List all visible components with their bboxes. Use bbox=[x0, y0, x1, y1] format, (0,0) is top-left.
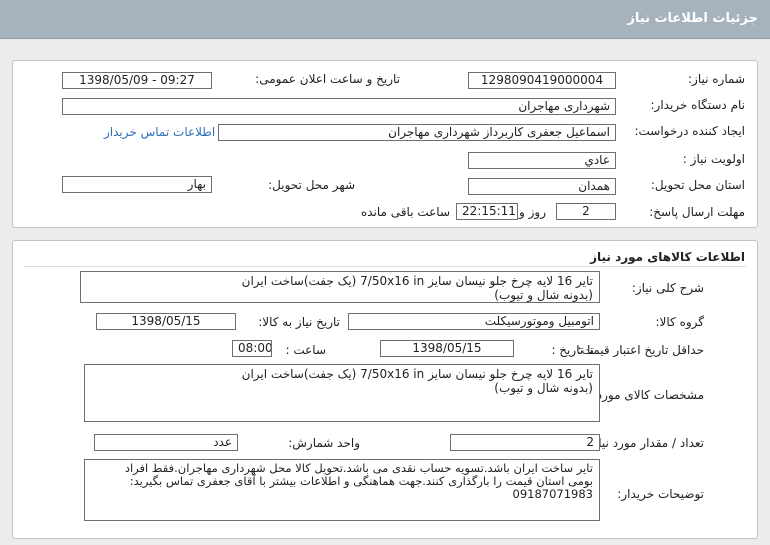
unit-label: واحد شمارش: bbox=[288, 436, 360, 450]
buyer-label: نام دستگاه خریدار: bbox=[650, 98, 746, 112]
remaining-word: ساعت باقی مانده bbox=[360, 205, 450, 219]
need-date-field: 1398/05/15 bbox=[96, 313, 236, 330]
province-field: همدان bbox=[468, 178, 616, 195]
page-header: جزئیات اطلاعات نیاز bbox=[0, 0, 770, 39]
group-field: اتومبیل وموتورسیکلت bbox=[348, 313, 600, 330]
buyer-notes-label: توضیحات خریدار: bbox=[617, 487, 704, 501]
min-valid-label: حداقل تاریخ اعتبار قیمت: bbox=[577, 343, 704, 357]
notes-line-3: 09187071983 bbox=[512, 487, 593, 501]
need-number-field: 1298090419000004 bbox=[468, 72, 616, 89]
spec-line-2: (بدونه شال و تیوب) bbox=[494, 381, 593, 395]
creator-field: اسماعیل جعفری کاربرداز شهرداری مهاجران bbox=[218, 124, 616, 141]
until-date-label: تا تاریخ : bbox=[551, 343, 594, 357]
desc-line-1: تایر 16 لایه چرخ جلو نیسان سایز 7/50x16 … bbox=[241, 274, 593, 288]
page-title: جزئیات اطلاعات نیاز bbox=[627, 11, 758, 26]
unit-field: عدد bbox=[94, 434, 238, 451]
desc-box: تایر 16 لایه چرخ جلو نیسان سایز 7/50x16 … bbox=[80, 271, 600, 303]
announce-label: تاریخ و ساعت اعلان عمومی: bbox=[255, 72, 400, 86]
group-label: گروه کالا: bbox=[655, 315, 705, 329]
qty-label: تعداد / مقدار مورد نیاز: bbox=[588, 436, 704, 450]
hour-field: 08:00 bbox=[232, 340, 272, 357]
deadline-label: مهلت ارسال پاسخ: bbox=[649, 205, 745, 219]
qty-field: 2 bbox=[450, 434, 600, 451]
desc-line-2: (بدونه شال و تیوب) bbox=[494, 288, 593, 302]
priority-field: عادي bbox=[468, 152, 616, 169]
buyer-contact-link[interactable]: اطلاعات تماس خریدار bbox=[104, 125, 215, 139]
deadline-days-field: 2 bbox=[556, 203, 616, 220]
city-field: بهار bbox=[62, 176, 212, 193]
hour-label: ساعت : bbox=[285, 343, 326, 357]
goods-divider bbox=[24, 266, 746, 267]
buyer-notes-box: تایر ساخت ایران باشد.تسویه حساب نقدی می … bbox=[84, 459, 600, 521]
desc-label: شرح کلی نیاز: bbox=[631, 281, 704, 295]
deadline-time-field: 22:15:11 bbox=[456, 203, 518, 220]
goods-section-title: اطلاعات کالاهای مورد نیاز bbox=[590, 250, 745, 264]
spec-box: تایر 16 لایه چرخ جلو نیسان سایز 7/50x16 … bbox=[84, 364, 600, 422]
days-word: روز و bbox=[519, 205, 546, 219]
creator-label: ایجاد کننده درخواست: bbox=[634, 124, 745, 138]
announce-field: 1398/05/09 - 09:27 bbox=[62, 72, 212, 89]
buyer-field: شهرداری مهاجران bbox=[62, 98, 616, 115]
province-label: استان محل تحویل: bbox=[650, 178, 745, 192]
city-label: شهر محل تحویل: bbox=[268, 178, 355, 192]
need-date-label: تاریخ نیاز به کالا: bbox=[258, 315, 340, 329]
until-date-field: 1398/05/15 bbox=[380, 340, 514, 357]
need-number-label: شماره نیاز: bbox=[688, 72, 745, 86]
priority-label: اولویت نیاز : bbox=[682, 152, 745, 166]
spec-line-1: تایر 16 لایه چرخ جلو نیسان سایز 7/50x16 … bbox=[241, 367, 593, 381]
